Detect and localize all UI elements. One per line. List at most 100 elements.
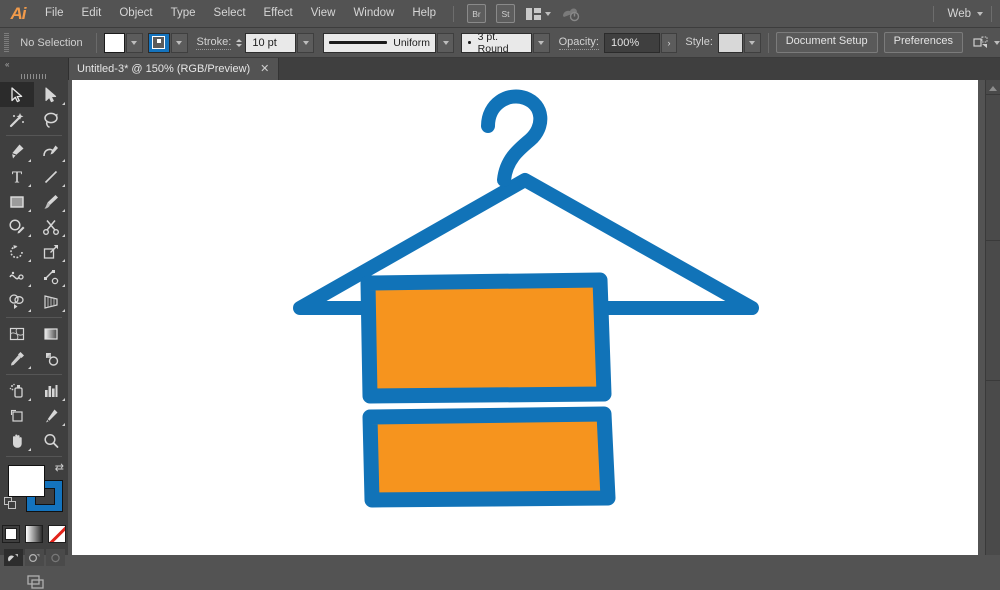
document-setup-button[interactable]: Document Setup [776, 32, 878, 53]
tools-divider-4 [6, 456, 62, 457]
align-to-artboard-icon[interactable] [973, 36, 989, 50]
paintbrush-tool[interactable] [34, 189, 68, 214]
type-tool[interactable]: T [0, 164, 34, 189]
selection-tool[interactable] [0, 82, 34, 107]
scrollbar-segment [986, 380, 1000, 381]
gradient-tool[interactable] [34, 321, 68, 346]
stock-icon[interactable]: St [496, 4, 515, 23]
graphic-style-swatch[interactable] [718, 33, 743, 53]
symbol-sprayer-tool[interactable] [0, 378, 34, 403]
control-bar: No Selection Stroke: 10 pt Uniform [0, 28, 1000, 58]
width-tool[interactable] [0, 264, 34, 289]
document-tab[interactable]: Untitled-3* @ 150% (RGB/Preview) ✕ [68, 58, 279, 80]
preferences-button[interactable]: Preferences [884, 32, 963, 53]
scissors-tool[interactable] [34, 214, 68, 239]
menu-view[interactable]: View [302, 0, 345, 27]
shape-builder-tool[interactable] [0, 289, 34, 314]
tool-flyout-indicator [28, 398, 31, 401]
fill-dropdown-button[interactable] [126, 33, 143, 53]
graphic-style-dropdown-button[interactable] [744, 33, 761, 53]
free-transform-tool[interactable] [34, 264, 68, 289]
opacity-label[interactable]: Opacity: [559, 36, 599, 50]
color-mode-solid[interactable] [2, 525, 20, 543]
shaper-tool[interactable] [0, 214, 34, 239]
tools-panel-collapse-button[interactable]: « [0, 58, 68, 70]
hand-tool[interactable] [0, 428, 34, 453]
vertical-scrollbar[interactable] [985, 80, 1000, 555]
menu-type[interactable]: Type [162, 0, 205, 27]
stroke-weight-label[interactable]: Stroke: [196, 36, 231, 50]
chevron-down-icon [176, 41, 182, 45]
direct-selection-tool[interactable] [34, 82, 68, 107]
tool-flyout-indicator [28, 284, 31, 287]
artboard-tool[interactable] [0, 403, 34, 428]
draw-behind-mode[interactable] [25, 549, 44, 566]
column-graph-tool[interactable] [34, 378, 68, 403]
default-fill-stroke-icon[interactable] [4, 497, 15, 508]
tools-panel-grip[interactable] [0, 70, 68, 82]
workspace-divider [933, 6, 934, 22]
brush-definition-select[interactable]: 3 pt. Round [461, 33, 532, 53]
opacity-flyout-button[interactable]: › [661, 33, 676, 53]
curvature-tool[interactable] [34, 139, 68, 164]
chevron-down-icon[interactable] [994, 41, 1000, 45]
fill-stroke-controls: ⇄ [0, 461, 68, 523]
scale-tool[interactable] [34, 239, 68, 264]
canvas-area [68, 80, 1000, 555]
control-divider-2 [768, 33, 769, 53]
menu-help[interactable]: Help [403, 0, 445, 27]
stroke-weight-stepper[interactable] [236, 39, 242, 47]
workspace-switcher[interactable]: Web [925, 6, 1000, 22]
blend-tool[interactable] [34, 346, 68, 371]
tools-panel: « [0, 58, 69, 555]
lasso-tool[interactable] [34, 107, 68, 132]
color-mode-gradient[interactable] [25, 525, 43, 543]
swap-fill-stroke-icon[interactable]: ⇄ [55, 463, 64, 474]
menu-window[interactable]: Window [344, 0, 403, 27]
close-icon[interactable]: ✕ [260, 64, 269, 75]
control-bar-grip[interactable] [4, 33, 9, 52]
rotate-tool[interactable] [0, 239, 34, 264]
menu-file[interactable]: File [36, 0, 73, 27]
variable-width-profile-select[interactable]: Uniform [323, 33, 436, 53]
brush-dropdown-button[interactable] [533, 33, 550, 53]
stroke-weight-input[interactable]: 10 pt [245, 33, 296, 53]
magic-wand-tool[interactable] [0, 107, 34, 132]
pen-tool[interactable] [0, 139, 34, 164]
fill-swatch[interactable] [104, 33, 125, 53]
color-mode-none[interactable] [48, 525, 66, 543]
width-profile-dropdown-button[interactable] [437, 33, 454, 53]
change-screen-mode-icon[interactable] [0, 573, 68, 590]
menu-effect[interactable]: Effect [255, 0, 302, 27]
stroke-dropdown-button[interactable] [171, 33, 188, 53]
fill-color-swatch[interactable] [8, 465, 45, 497]
draw-normal-mode[interactable] [4, 549, 23, 566]
stroke-weight-dropdown-button[interactable] [297, 33, 314, 53]
draw-inside-mode[interactable] [46, 549, 65, 566]
zoom-tool[interactable] [34, 428, 68, 453]
tools-divider-1 [6, 135, 62, 136]
arrange-documents-icon[interactable] [526, 8, 551, 20]
menu-select[interactable]: Select [205, 0, 255, 27]
scrollbar-segment [986, 240, 1000, 241]
tool-flyout-indicator [62, 398, 65, 401]
slice-tool[interactable] [34, 403, 68, 428]
eyedropper-tool[interactable] [0, 346, 34, 371]
creative-cloud-sync-icon[interactable] [561, 6, 581, 22]
line-segment-tool[interactable] [34, 164, 68, 189]
stroke-swatch-inner [152, 36, 165, 49]
tool-flyout-indicator [62, 209, 65, 212]
stroke-swatch[interactable] [148, 33, 169, 53]
tool-flyout-indicator [62, 234, 65, 237]
bridge-icon[interactable]: Br [467, 4, 486, 23]
menu-object[interactable]: Object [110, 0, 161, 27]
tool-flyout-indicator [28, 448, 31, 451]
scroll-up-icon[interactable] [986, 82, 1000, 94]
artboard[interactable] [72, 80, 978, 555]
opacity-input[interactable]: 100% [604, 33, 660, 53]
perspective-grid-tool[interactable] [34, 289, 68, 314]
clothes-hanger-with-towel-artwork[interactable] [72, 80, 978, 555]
rectangle-tool[interactable] [0, 189, 34, 214]
mesh-tool[interactable] [0, 321, 34, 346]
menu-edit[interactable]: Edit [73, 0, 111, 27]
